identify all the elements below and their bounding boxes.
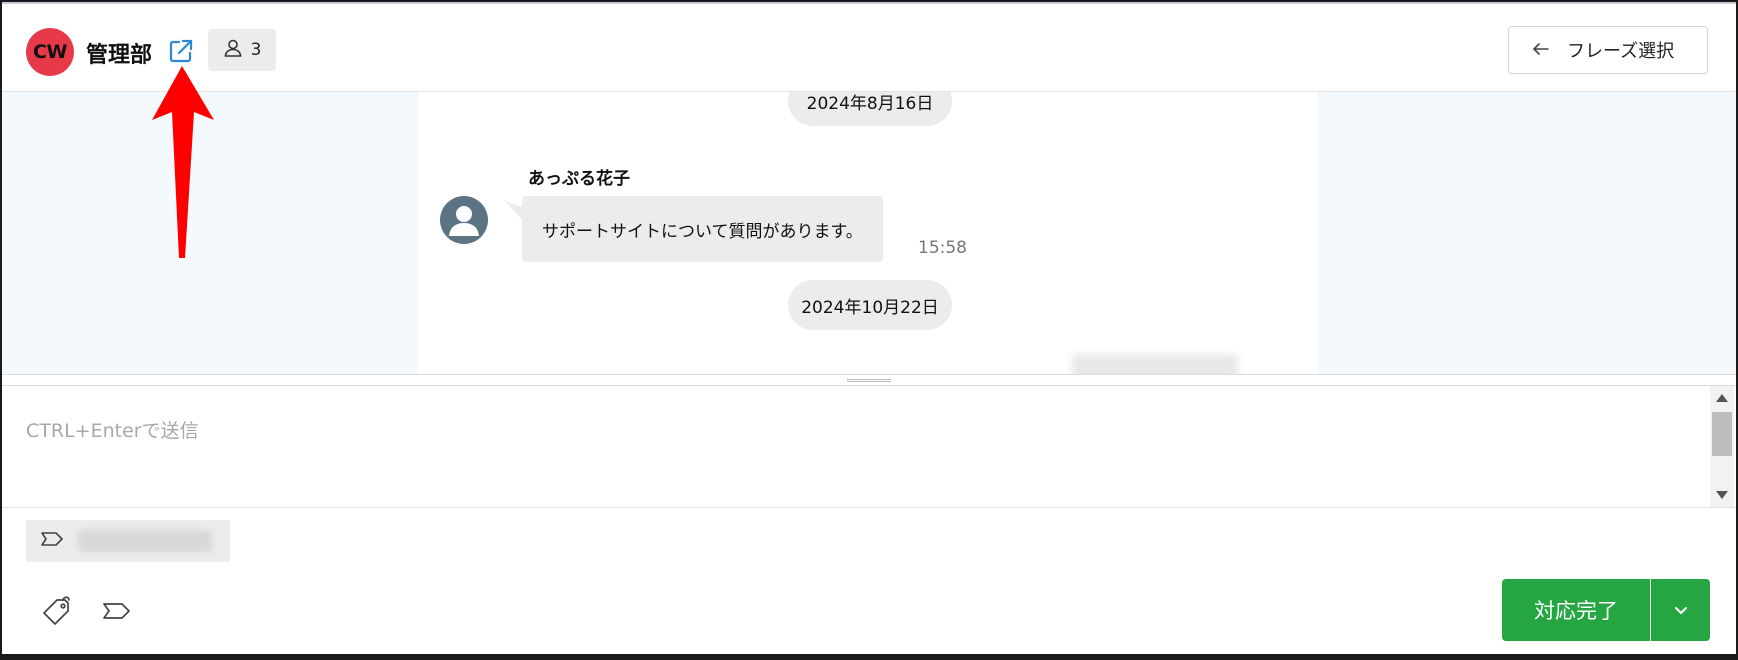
tag-icon[interactable] xyxy=(40,594,74,628)
message-text: サポートサイトについて質問があります。 xyxy=(542,221,863,242)
room-avatar: CW xyxy=(26,28,74,76)
input-scrollbar[interactable] xyxy=(1710,386,1734,507)
user-avatar-icon[interactable] xyxy=(440,196,488,244)
message-sender: あっぷる花子 xyxy=(528,169,630,189)
label-icon[interactable] xyxy=(100,594,134,628)
complete-button[interactable]: 対応完了 xyxy=(1502,579,1650,641)
label-chip-text xyxy=(78,530,212,552)
date-separator: 2024年10月22日 xyxy=(788,280,952,330)
person-icon xyxy=(223,38,243,63)
chevron-down-icon xyxy=(1673,601,1689,620)
external-link-icon[interactable] xyxy=(168,38,194,64)
complete-dropdown-button[interactable] xyxy=(1651,579,1710,641)
arrow-left-icon xyxy=(1533,40,1549,61)
member-count: 3 xyxy=(250,40,262,60)
blurred-message xyxy=(1072,354,1238,374)
bubble-tail xyxy=(504,200,524,222)
resize-handle[interactable] xyxy=(847,379,891,382)
message-time: 15:58 xyxy=(918,238,967,258)
message-input[interactable] xyxy=(2,386,1710,507)
room-header: CW 管理部 3 フレーズ選択 xyxy=(2,4,1736,92)
date-separator: 2024年8月16日 xyxy=(788,92,952,126)
member-count-button[interactable]: 3 xyxy=(208,29,276,71)
label-chip[interactable] xyxy=(26,520,230,562)
room-name: 管理部 xyxy=(86,43,153,68)
scroll-up-icon[interactable] xyxy=(1716,394,1728,402)
chat-window: CW 管理部 3 フレーズ選択 2024年8月16日 あっぷる花子 サポートサイ… xyxy=(2,2,1736,654)
resize-divider xyxy=(2,374,1736,386)
phrase-select-button[interactable]: フレーズ選択 xyxy=(1508,26,1708,74)
message-bubble[interactable]: サポートサイトについて質問があります。 xyxy=(522,196,883,262)
phrase-select-label: フレーズ選択 xyxy=(1567,41,1675,62)
scroll-thumb[interactable] xyxy=(1712,412,1732,456)
message-area[interactable]: 2024年8月16日 あっぷる花子 サポートサイトについて質問があります。 15… xyxy=(2,92,1736,374)
message-column: 2024年8月16日 あっぷる花子 サポートサイトについて質問があります。 15… xyxy=(418,92,1318,374)
compose-area xyxy=(2,386,1736,508)
label-icon xyxy=(40,530,64,552)
complete-button-label: 対応完了 xyxy=(1534,599,1618,623)
scroll-down-icon[interactable] xyxy=(1716,491,1728,499)
